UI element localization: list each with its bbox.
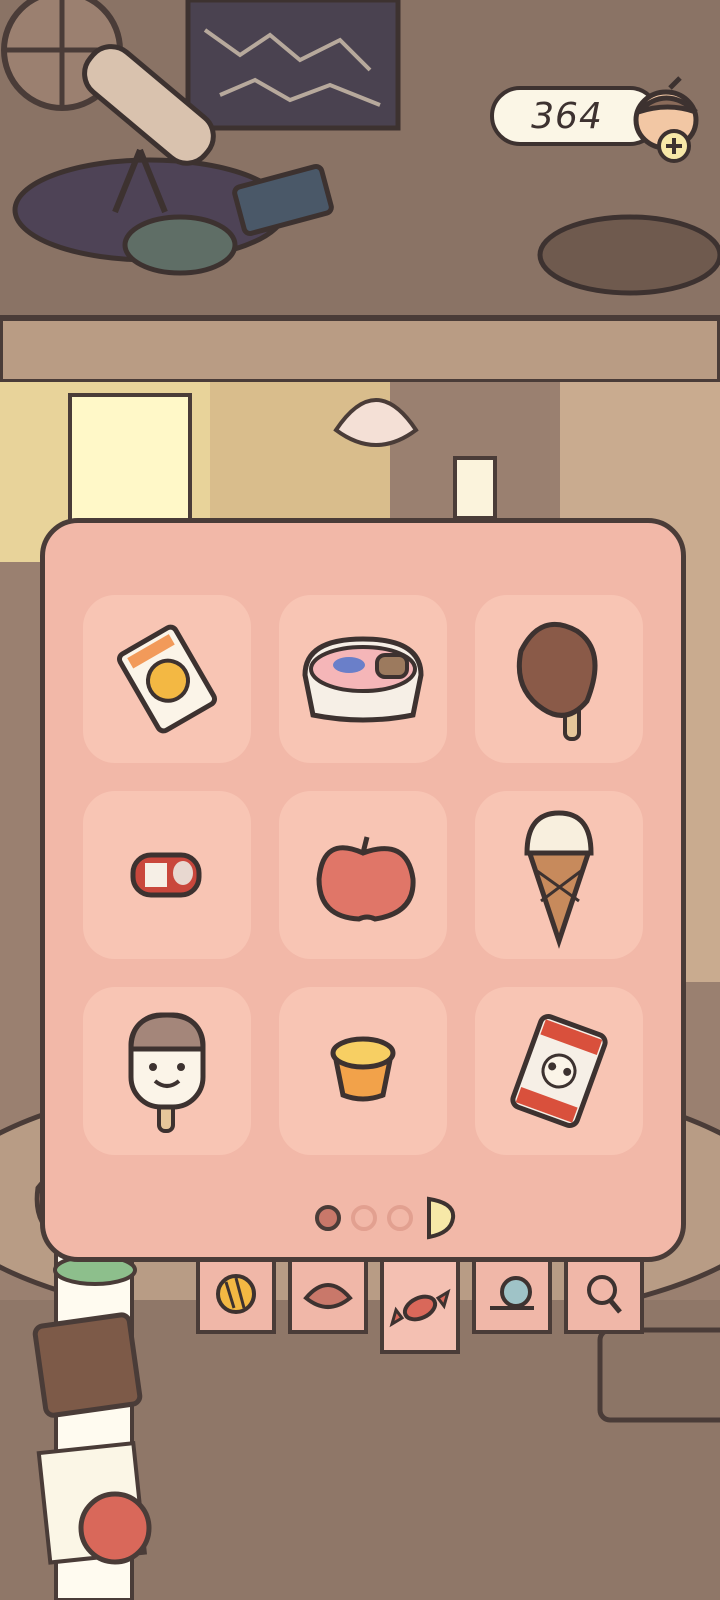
inventory-slot[interactable] (279, 987, 447, 1155)
plus-icon[interactable] (656, 128, 692, 164)
leaf-icon (303, 1283, 353, 1309)
tab-search[interactable] (564, 1262, 644, 1334)
snack-bag-icon (116, 624, 218, 734)
tab-leaf[interactable] (288, 1262, 368, 1334)
inventory-slot[interactable] (475, 595, 643, 763)
ice-cream-cone-icon (524, 810, 594, 949)
page-indicator (315, 1195, 465, 1241)
next-page-arrow-icon[interactable] (423, 1195, 457, 1241)
chocolate-popsicle-icon (516, 621, 598, 741)
ice-cream-tub-icon (302, 636, 424, 723)
inventory-slot[interactable] (279, 791, 447, 959)
yarn-ball-icon (216, 1274, 256, 1314)
smiley-popsicle-icon (128, 1012, 206, 1133)
coin-count: 364 (531, 96, 603, 137)
soda-can-icon (130, 852, 202, 898)
pudding-cup-icon (330, 1036, 396, 1102)
inventory-slot[interactable] (83, 595, 251, 763)
inventory-slot[interactable] (475, 987, 643, 1155)
panda-snack-bag-icon (510, 1014, 608, 1128)
inventory-slot[interactable] (475, 791, 643, 959)
snail-shell-icon (490, 1276, 534, 1310)
page-dot-active[interactable] (315, 1205, 341, 1231)
page-dot[interactable] (351, 1205, 377, 1231)
page-dot[interactable] (387, 1205, 413, 1231)
inventory-slot[interactable] (83, 791, 251, 959)
tab-snail[interactable] (472, 1262, 552, 1334)
apple-icon (316, 836, 416, 922)
inventory-slot[interactable] (279, 595, 447, 763)
tab-yarn[interactable] (196, 1262, 276, 1334)
candy-icon (389, 1288, 451, 1328)
tab-candy[interactable] (380, 1262, 460, 1354)
inventory-panel (40, 518, 686, 1262)
inventory-slot[interactable] (83, 987, 251, 1155)
magnifier-icon (587, 1275, 622, 1314)
